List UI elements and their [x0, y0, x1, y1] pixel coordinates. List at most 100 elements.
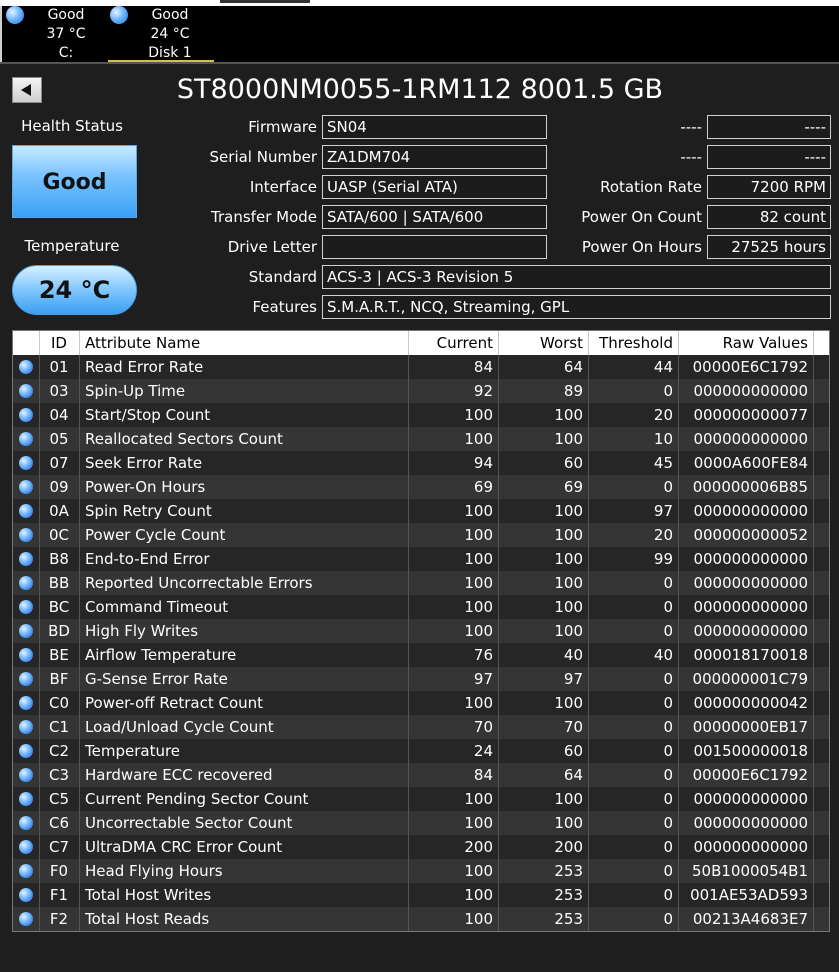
table-row[interactable]: BC Command Timeout 100 100 0 000000000000 [13, 595, 829, 619]
cell-attribute-name: Power-off Retract Count [85, 694, 264, 712]
cell-id: 09 [49, 478, 69, 496]
cell-id: C3 [48, 766, 70, 784]
table-row[interactable]: 04 Start/Stop Count 100 100 20 000000000077 [13, 403, 829, 427]
health-status-button[interactable]: Good [12, 145, 137, 218]
cell-id: 05 [49, 430, 69, 448]
cell-id: BC [48, 598, 70, 616]
table-row[interactable]: 0C Power Cycle Count 100 100 20 000000000052 [13, 523, 829, 547]
cell-threshold: 44 [653, 358, 673, 376]
cell-id: BB [48, 574, 70, 592]
blank2-field: ---- [707, 145, 831, 169]
table-row[interactable]: F1 Total Host Writes 100 253 0 001AE53AD593 [13, 883, 829, 907]
status-good-icon [19, 888, 33, 902]
cell-current: 100 [464, 814, 493, 832]
cell-id: BD [48, 622, 70, 640]
divider [0, 62, 839, 64]
cell-worst: 60 [563, 454, 583, 472]
column-header-id[interactable]: ID [39, 334, 79, 352]
cell-raw-value: 000000000042 [693, 694, 808, 712]
table-row[interactable]: F0 Head Flying Hours 100 253 0 50B1000054B1 [13, 859, 829, 883]
cell-attribute-name: G-Sense Error Rate [85, 670, 228, 688]
back-arrow-button[interactable] [12, 77, 42, 103]
cell-attribute-name: Airflow Temperature [85, 646, 237, 664]
table-row[interactable]: 05 Reallocated Sectors Count 100 100 10 00000… [13, 427, 829, 451]
cell-worst: 100 [554, 430, 583, 448]
status-good-icon [19, 456, 33, 470]
table-row[interactable]: C6 Uncorrectable Sector Count 100 100 0 00000… [13, 811, 829, 835]
cell-current: 70 [473, 718, 493, 736]
table-row[interactable]: C7 UltraDMA CRC Error Count 200 200 0 0000000… [13, 835, 829, 859]
cell-raw-value: 000000000000 [693, 838, 808, 856]
table-row[interactable]: C0 Power-off Retract Count 100 100 0 00000000… [13, 691, 829, 715]
blank1-field: ---- [707, 115, 831, 139]
cell-raw-value: 000000000000 [693, 502, 808, 520]
interface-field: UASP (Serial ATA) [322, 175, 547, 199]
drive-tab-c[interactable]: Good 37 °C C: [4, 6, 110, 62]
cell-raw-value: 000000000000 [693, 430, 808, 448]
table-row[interactable]: C2 Temperature 24 60 0 001500000018 [13, 739, 829, 763]
cell-threshold: 0 [663, 742, 673, 760]
cell-id: B8 [49, 550, 69, 568]
drive-temp: 24 °C [150, 26, 190, 42]
status-good-icon [19, 552, 33, 566]
cell-threshold: 0 [663, 670, 673, 688]
drive-letter-field [322, 235, 547, 259]
drive-status: Good [151, 7, 189, 23]
cell-current: 69 [473, 478, 493, 496]
blank2-label: ---- [680, 148, 702, 166]
temperature-label: Temperature [24, 237, 120, 255]
cell-current: 100 [464, 430, 493, 448]
cell-current: 100 [464, 598, 493, 616]
cell-raw-value: 000000000000 [693, 550, 808, 568]
cell-raw-value: 00000000EB17 [692, 718, 808, 736]
table-row[interactable]: BD High Fly Writes 100 100 0 000000000000 [13, 619, 829, 643]
table-row[interactable]: C1 Load/Unload Cycle Count 70 70 0 00000000EB… [13, 715, 829, 739]
status-good-icon [19, 432, 33, 446]
cell-threshold: 20 [653, 526, 673, 544]
column-header-threshold[interactable]: Threshold [588, 334, 673, 352]
table-row[interactable]: 09 Power-On Hours 69 69 0 000000006B85 [13, 475, 829, 499]
cell-attribute-name: Temperature [85, 742, 181, 760]
column-header-raw-values[interactable]: Raw Values [678, 334, 808, 352]
cell-threshold: 0 [663, 790, 673, 808]
table-row[interactable]: 01 Read Error Rate 84 64 44 00000E6C1792 [13, 355, 829, 379]
cell-id: C6 [48, 814, 70, 832]
table-row[interactable]: F2 Total Host Reads 100 253 0 00213A4683E7 [13, 907, 829, 931]
cell-id: 07 [49, 454, 69, 472]
column-header-attribute-name[interactable]: Attribute Name [85, 334, 200, 352]
smart-attributes-table[interactable]: ID Attribute Name Current Worst Threshol… [12, 330, 830, 932]
cell-id: 03 [49, 382, 69, 400]
cell-worst: 253 [554, 910, 583, 928]
table-row[interactable]: 0A Spin Retry Count 100 100 97 000000000000 [13, 499, 829, 523]
cell-id: BF [49, 670, 69, 688]
status-good-icon [19, 696, 33, 710]
cell-current: 100 [464, 574, 493, 592]
cell-attribute-name: Reported Uncorrectable Errors [85, 574, 313, 592]
status-good-icon [19, 816, 33, 830]
table-row[interactable]: C5 Current Pending Sector Count 100 100 0 000… [13, 787, 829, 811]
column-header-worst[interactable]: Worst [498, 334, 583, 352]
cell-worst: 89 [563, 382, 583, 400]
table-row[interactable]: B8 End-to-End Error 100 100 99 000000000000 [13, 547, 829, 571]
status-good-icon [19, 648, 33, 662]
cell-raw-value: 0000A600FE84 [693, 454, 808, 472]
cell-current: 24 [473, 742, 493, 760]
cell-raw-value: 000000000000 [693, 622, 808, 640]
table-row[interactable]: BF G-Sense Error Rate 97 97 0 000000001C79 [13, 667, 829, 691]
drive-tab-disk1[interactable]: Good 24 °C Disk 1 [108, 6, 214, 62]
cell-raw-value: 000000006B85 [692, 478, 808, 496]
cell-raw-value: 001500000018 [693, 742, 808, 760]
temperature-button[interactable]: 24 °C [12, 265, 137, 315]
cell-threshold: 40 [653, 646, 673, 664]
cell-raw-value: 000000000000 [693, 574, 808, 592]
column-header-current[interactable]: Current [408, 334, 493, 352]
cell-worst: 100 [554, 598, 583, 616]
table-row[interactable]: BE Airflow Temperature 76 40 40 000018170018 [13, 643, 829, 667]
table-row[interactable]: C3 Hardware ECC recovered 84 64 0 00000E6C179… [13, 763, 829, 787]
cell-worst: 100 [554, 574, 583, 592]
status-good-icon [19, 528, 33, 542]
table-row[interactable]: BB Reported Uncorrectable Errors 100 100 0 00… [13, 571, 829, 595]
table-row[interactable]: 03 Spin-Up Time 92 89 0 000000000000 [13, 379, 829, 403]
table-row[interactable]: 07 Seek Error Rate 94 60 45 0000A600FE84 [13, 451, 829, 475]
cell-id: C2 [48, 742, 70, 760]
